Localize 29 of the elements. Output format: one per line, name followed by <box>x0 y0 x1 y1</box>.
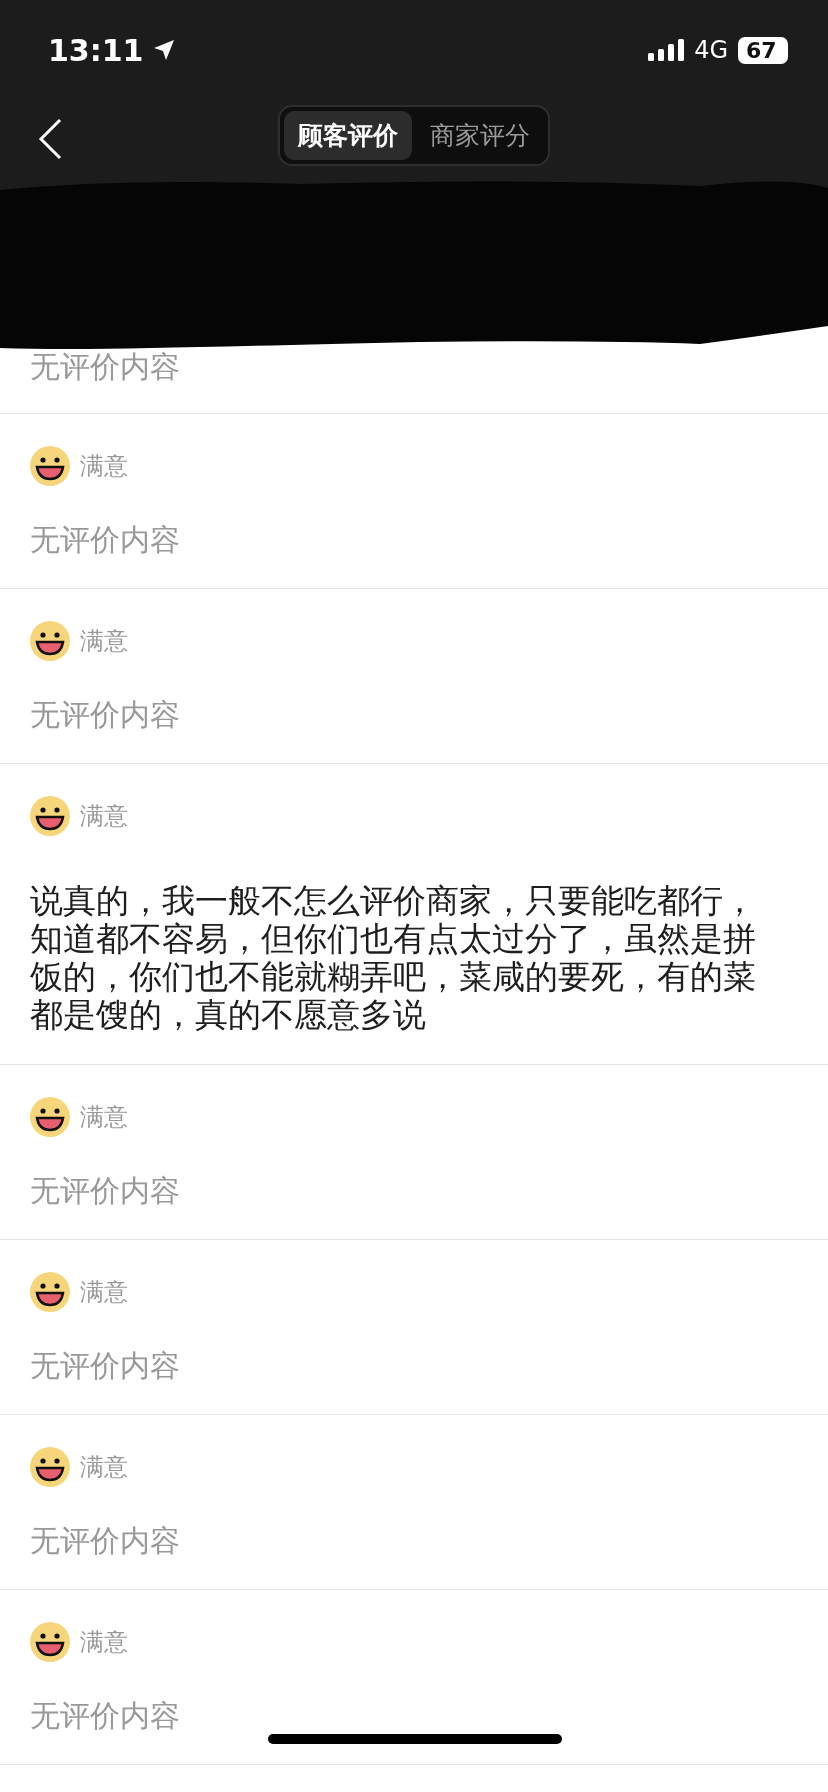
review-text: 无评价内容 <box>30 1173 180 1209</box>
tab[interactable]: 商家评分 <box>416 110 544 160</box>
battery-level: 67 <box>738 36 788 64</box>
smiley-icon <box>30 1622 70 1662</box>
network-label: 4G <box>694 36 728 64</box>
signal-icon <box>648 39 685 61</box>
review-text: 无评价内容 <box>30 697 180 733</box>
review-text: 无评价内容 <box>30 1698 180 1734</box>
review-text: 说真的，我一般不怎么评价商家，只要能吃都行，知道都不容易，但你们也有点太过分了，虽然是拼饭的，你们也不能就糊弄吧，菜咸的要死，有的菜都是馊的，真的不愿意多说 <box>30 882 757 1034</box>
smiley-icon <box>30 796 70 836</box>
rating-label: 满意 <box>80 451 128 482</box>
smiley-icon <box>30 1447 70 1487</box>
rating-label: 满意 <box>80 1277 128 1308</box>
rating-label: 满意 <box>80 1102 128 1133</box>
smiley-icon <box>30 446 70 486</box>
smiley-icon <box>30 1097 70 1137</box>
tab[interactable]: 顾客评价 <box>284 110 412 160</box>
smiley-icon <box>30 1272 70 1312</box>
review-text: 无评价内容 <box>30 1523 180 1559</box>
smiley-icon <box>30 621 70 661</box>
rating-label: 满意 <box>80 626 128 657</box>
rating-label: 满意 <box>80 1452 128 1483</box>
review-text: 无评价内容 <box>30 522 180 558</box>
back-icon[interactable] <box>38 118 62 160</box>
review-text: 无评价内容 <box>30 349 180 385</box>
review-text: 无评价内容 <box>30 1348 180 1384</box>
rating-label: 满意 <box>80 1627 128 1658</box>
rating-label: 满意 <box>80 801 128 832</box>
status-time: 13:11 <box>48 32 144 68</box>
